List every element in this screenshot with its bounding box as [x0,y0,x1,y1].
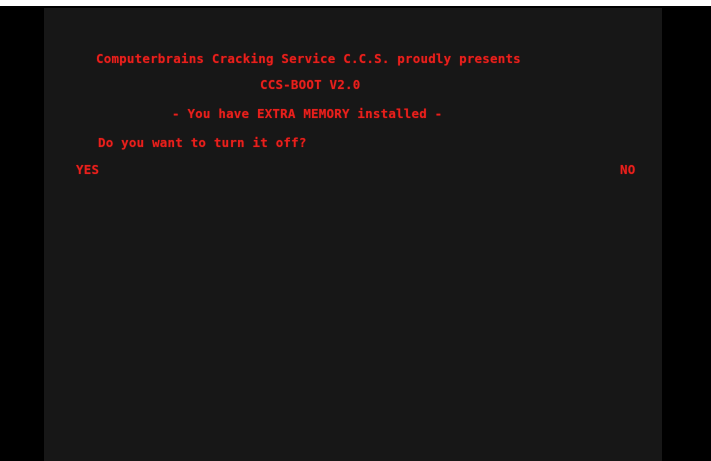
boot-screen [44,8,662,461]
presents-text: Computerbrains Cracking Service C.C.S. p… [96,51,521,66]
yes-option[interactable]: YES [76,162,99,178]
top-border-bar [0,0,711,6]
version-text: CCS-BOOT V2.0 [260,77,361,92]
emulator-frame: Computerbrains Cracking Service C.C.S. p… [0,0,711,461]
no-option[interactable]: NO [620,162,635,178]
memory-notice: - You have EXTRA MEMORY installed - [172,106,443,121]
turn-off-question: Do you want to turn it off? [98,135,307,150]
